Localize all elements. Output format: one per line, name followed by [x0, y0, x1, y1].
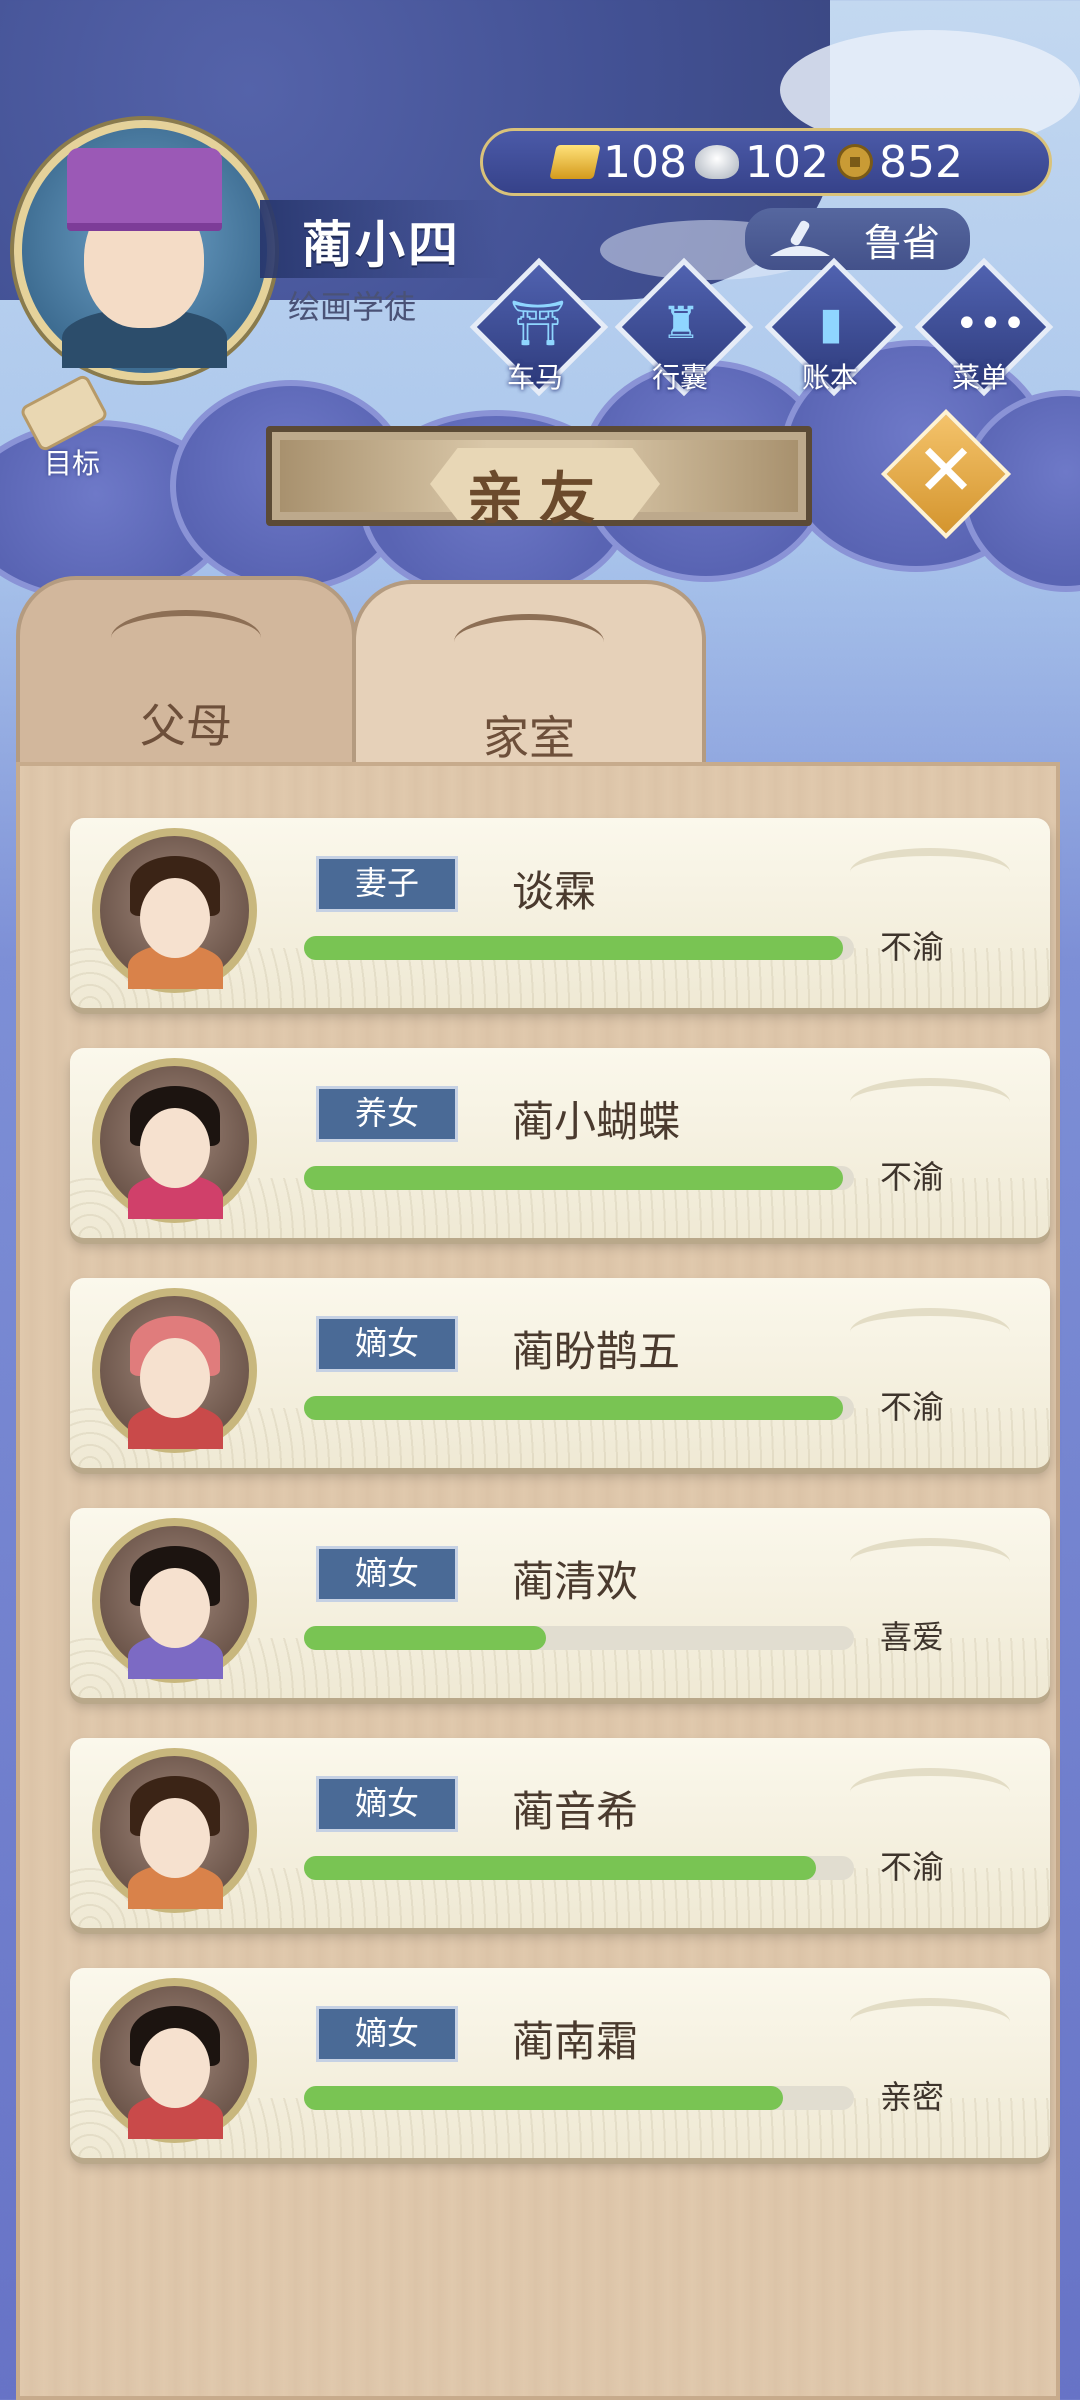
relative-card[interactable]: 嫡女 蔺南霜 亲密	[70, 1968, 1050, 2158]
ledger-icon: ▮	[818, 298, 844, 349]
region-label: 鲁省	[863, 220, 940, 265]
affection-bar	[304, 1856, 854, 1880]
relative-name: 蔺小蝴蝶	[512, 1097, 681, 1146]
relation-tag: 嫡女	[316, 1316, 458, 1372]
mood-label: 不渝	[880, 1158, 945, 1196]
region-badge[interactable]: 鲁省	[745, 208, 970, 270]
more-icon: •••	[955, 301, 1026, 347]
mood-label: 不渝	[880, 1388, 945, 1426]
relative-card[interactable]: 嫡女 蔺盼鹊五 不渝	[70, 1278, 1050, 1468]
bag-icon: ♜	[661, 298, 701, 349]
affection-bar-fill	[304, 1166, 843, 1190]
relation-tag: 嫡女	[316, 1546, 458, 1602]
affection-bar	[304, 1166, 854, 1190]
mood-label: 不渝	[880, 928, 945, 966]
silver-ingot-icon	[694, 145, 739, 179]
coin-counter: 852	[836, 136, 963, 188]
relative-portrait[interactable]	[92, 1978, 257, 2143]
silver-counter: 102	[694, 136, 829, 188]
cloud-ornament-icon	[111, 610, 261, 666]
gold-value: 108	[603, 136, 687, 188]
relative-card[interactable]: 养女 蔺小蝴蝶 不渝	[70, 1048, 1050, 1238]
mood-label: 亲密	[880, 2078, 945, 2116]
menu-bag-button[interactable]: ♜ 行囊	[614, 257, 754, 398]
mood-label: 喜爱	[880, 1618, 945, 1656]
menu-more-button[interactable]: ••• 菜单	[914, 257, 1054, 398]
cloud-decoration	[850, 848, 1010, 896]
affection-bar-fill	[304, 1856, 816, 1880]
relative-portrait[interactable]	[92, 1288, 257, 1453]
cloud-ornament-icon	[454, 614, 604, 670]
tab-parents[interactable]: 父母	[16, 576, 356, 766]
relatives-panel: 妻子 谈霖 不渝 养女 蔺小蝴蝶 不渝 嫡女 蔺盼鹊五 不渝 嫡女 蔺清欢 喜爱…	[16, 762, 1060, 2400]
menu-carriage-button[interactable]: ⛩ 车马	[469, 257, 609, 398]
gold-counter: 108	[549, 136, 687, 188]
relative-name: 蔺清欢	[512, 1557, 639, 1606]
affection-bar-fill	[304, 2086, 783, 2110]
target-label: 目标	[44, 447, 101, 480]
cloud-decoration	[850, 1308, 1010, 1356]
relative-name: 蔺音希	[512, 1787, 639, 1836]
mood-label: 不渝	[880, 1848, 945, 1886]
cloud-decoration	[850, 1998, 1010, 2046]
affection-bar-fill	[304, 1396, 843, 1420]
tab-family[interactable]: 家室	[352, 580, 706, 780]
cloud-decoration	[850, 1768, 1010, 1816]
coin-value: 852	[878, 136, 963, 188]
affection-bar-fill	[304, 936, 843, 960]
mortar-icon	[770, 220, 830, 256]
close-button[interactable]: ✕	[904, 424, 988, 516]
relative-portrait[interactable]	[92, 1518, 257, 1683]
cloud-decoration	[850, 1078, 1010, 1126]
page-title: 亲友	[467, 467, 611, 532]
relative-card[interactable]: 妻子 谈霖 不渝	[70, 818, 1050, 1008]
relative-name: 蔺南霜	[512, 2017, 639, 2066]
affection-bar	[304, 1626, 854, 1650]
relative-portrait[interactable]	[92, 1748, 257, 1913]
player-name: 蔺小四	[302, 216, 461, 274]
relation-tag: 嫡女	[316, 2006, 458, 2062]
relative-card[interactable]: 嫡女 蔺清欢 喜爱	[70, 1508, 1050, 1698]
carriage-icon: ⛩	[510, 298, 566, 349]
affection-bar	[304, 1396, 854, 1420]
relative-portrait[interactable]	[92, 1058, 257, 1223]
affection-bar-fill	[304, 1626, 546, 1650]
scroll-icon	[18, 373, 110, 453]
relative-card[interactable]: 嫡女 蔺音希 不渝	[70, 1738, 1050, 1928]
affection-bar	[304, 2086, 854, 2110]
relative-portrait[interactable]	[92, 828, 257, 993]
player-avatar[interactable]	[14, 120, 275, 381]
relative-name: 蔺盼鹊五	[512, 1327, 681, 1376]
relation-tag: 养女	[316, 1086, 458, 1142]
silver-value: 102	[744, 136, 829, 188]
menu-ledger-button[interactable]: ▮ 账本	[764, 257, 904, 398]
currency-bar: 108 102 852	[480, 128, 1052, 196]
target-button[interactable]: 目标	[16, 373, 126, 492]
relative-name: 谈霖	[512, 867, 597, 916]
copper-coin-icon	[836, 144, 873, 180]
friends-header: 亲友	[266, 426, 812, 532]
relation-tag: 嫡女	[316, 1776, 458, 1832]
player-title: 绘画学徒	[288, 288, 417, 326]
cloud-decoration	[850, 1538, 1010, 1586]
relation-tag: 妻子	[316, 856, 458, 912]
affection-bar	[304, 936, 854, 960]
gold-ingot-icon	[549, 145, 601, 179]
